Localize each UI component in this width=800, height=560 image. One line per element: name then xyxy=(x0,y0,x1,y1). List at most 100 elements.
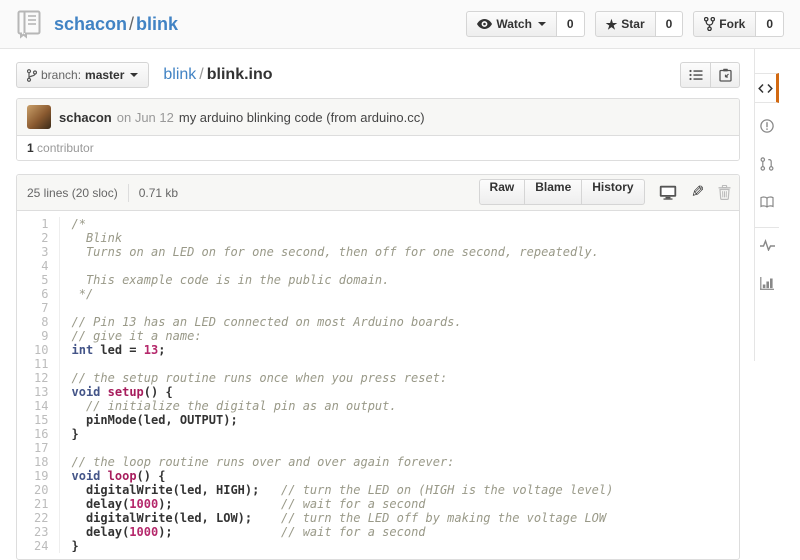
line-number[interactable]: 4 xyxy=(17,259,59,273)
code-line-content: int led = 13; xyxy=(59,343,739,357)
breadcrumb-repo-link[interactable]: blink xyxy=(163,66,196,83)
line-number[interactable]: 8 xyxy=(17,315,59,329)
avatar[interactable] xyxy=(27,105,51,129)
code-line: 20 digitalWrite(led, HIGH); // turn the … xyxy=(17,483,739,497)
watch-button[interactable]: Watch xyxy=(466,11,557,37)
contributors-label: contributor xyxy=(37,141,94,155)
watch-label: Watch xyxy=(496,17,532,31)
line-number[interactable]: 19 xyxy=(17,469,59,483)
delete-file-button[interactable] xyxy=(718,185,731,200)
code-line: 2 Blink xyxy=(17,231,739,245)
main-content: branch: master blink/blink.ino xyxy=(16,49,740,560)
code-line: 18// the loop routine runs over and over… xyxy=(17,455,739,469)
sidebar-item-issues[interactable] xyxy=(755,111,779,141)
code-line-content: */ xyxy=(59,287,739,301)
caret-down-icon xyxy=(130,73,138,77)
code-line: 16} xyxy=(17,427,739,441)
fork-button[interactable]: Fork xyxy=(693,11,756,37)
line-number[interactable]: 2 xyxy=(17,231,59,245)
code-line-content xyxy=(59,357,739,371)
repo-owner-link[interactable]: schacon xyxy=(54,14,127,34)
code-line-content: This example code is in the public domai… xyxy=(59,273,739,287)
line-number[interactable]: 16 xyxy=(17,427,59,441)
line-number[interactable]: 15 xyxy=(17,413,59,427)
code-line: 7 xyxy=(17,301,739,315)
breadcrumb-row: branch: master blink/blink.ino xyxy=(16,61,740,89)
line-number[interactable]: 10 xyxy=(17,343,59,357)
sidebar-item-graphs[interactable] xyxy=(755,268,779,298)
pencil-icon: ✎ xyxy=(691,182,704,202)
edit-file-button[interactable]: ✎ xyxy=(691,182,704,202)
code-line: 21 delay(1000); // wait for a second xyxy=(17,497,739,511)
line-number[interactable]: 18 xyxy=(17,455,59,469)
file-view-box: 25 lines (20 sloc) 0.71 kb Raw Blame His… xyxy=(16,174,740,560)
line-number[interactable]: 9 xyxy=(17,329,59,343)
line-number[interactable]: 24 xyxy=(17,539,59,553)
history-button[interactable]: History xyxy=(582,179,644,205)
caret-down-icon xyxy=(538,22,546,26)
watch-count[interactable]: 0 xyxy=(557,11,585,37)
clipboard-icon xyxy=(719,68,732,82)
raw-button[interactable]: Raw xyxy=(479,179,526,205)
line-number[interactable]: 12 xyxy=(17,371,59,385)
copy-path-button[interactable] xyxy=(710,62,740,88)
code-line-content: } xyxy=(59,539,739,553)
line-number[interactable]: 11 xyxy=(17,357,59,371)
line-number[interactable]: 20 xyxy=(17,483,59,497)
code-line: 14 // initialize the digital pin as an o… xyxy=(17,399,739,413)
code-line-content: digitalWrite(led, HIGH); // turn the LED… xyxy=(59,483,739,497)
latest-commit-box: schacon on Jun 12 my arduino blinking co… xyxy=(16,98,740,161)
line-number[interactable]: 23 xyxy=(17,525,59,539)
code-line-content: digitalWrite(led, LOW); // turn the LED … xyxy=(59,511,739,525)
sidebar-item-pull-requests[interactable] xyxy=(755,149,779,179)
line-number[interactable]: 17 xyxy=(17,441,59,455)
code-line-content: pinMode(led, OUTPUT); xyxy=(59,413,739,427)
code-line-content: delay(1000); // wait for a second xyxy=(59,525,739,539)
star-count[interactable]: 0 xyxy=(656,11,684,37)
sidebar-item-code[interactable] xyxy=(755,73,779,103)
line-number[interactable]: 22 xyxy=(17,511,59,525)
sidebar-item-pulse[interactable] xyxy=(755,230,779,260)
repo-name-link[interactable]: blink xyxy=(136,14,178,34)
code-line-content: // Pin 13 has an LED connected on most A… xyxy=(59,315,739,329)
star-label: Star xyxy=(621,17,644,31)
code-line-content: void loop() { xyxy=(59,469,739,483)
sidebar-item-wiki[interactable] xyxy=(755,187,779,217)
line-number[interactable]: 5 xyxy=(17,273,59,287)
commit-message[interactable]: my arduino blinking code (from arduino.c… xyxy=(179,110,425,125)
code-line-content: /* xyxy=(59,217,739,231)
code-line: 11 xyxy=(17,357,739,371)
code-line-content: delay(1000); // wait for a second xyxy=(59,497,739,511)
line-number[interactable]: 13 xyxy=(17,385,59,399)
line-number[interactable]: 3 xyxy=(17,245,59,259)
breadcrumb-separator: / xyxy=(196,66,206,83)
line-number[interactable]: 1 xyxy=(17,217,59,231)
line-number[interactable]: 21 xyxy=(17,497,59,511)
trash-icon xyxy=(718,185,731,200)
code-line-content: Blink xyxy=(59,231,739,245)
code-line: 12// the setup routine runs once when yo… xyxy=(17,371,739,385)
breadcrumb: blink/blink.ino xyxy=(163,66,272,84)
code-line: 10int led = 13; xyxy=(17,343,739,357)
code-line-content xyxy=(59,441,739,455)
blame-button[interactable]: Blame xyxy=(525,179,582,205)
line-number[interactable]: 7 xyxy=(17,301,59,315)
file-nav-mini-buttons xyxy=(680,62,740,88)
branch-label: branch: xyxy=(41,68,81,82)
line-number[interactable]: 6 xyxy=(17,287,59,301)
file-list-button[interactable] xyxy=(680,62,710,88)
branch-selector-button[interactable]: branch: master xyxy=(16,62,149,88)
line-number[interactable]: 14 xyxy=(17,399,59,413)
code-line-content: // initialize the digital pin as an outp… xyxy=(59,399,739,413)
star-button[interactable]: ★ Star xyxy=(595,11,656,37)
code-line-content: } xyxy=(59,427,739,441)
fork-count[interactable]: 0 xyxy=(756,11,784,37)
open-in-desktop-button[interactable] xyxy=(659,185,677,200)
fork-button-group: Fork 0 xyxy=(693,11,784,37)
desktop-icon xyxy=(659,185,677,200)
branch-name: master xyxy=(85,68,124,82)
contributors-row[interactable]: 1 contributor xyxy=(17,136,739,160)
breadcrumb-file-name: blink.ino xyxy=(207,66,273,83)
commit-author-link[interactable]: schacon xyxy=(59,110,112,125)
code-line: 19void loop() { xyxy=(17,469,739,483)
